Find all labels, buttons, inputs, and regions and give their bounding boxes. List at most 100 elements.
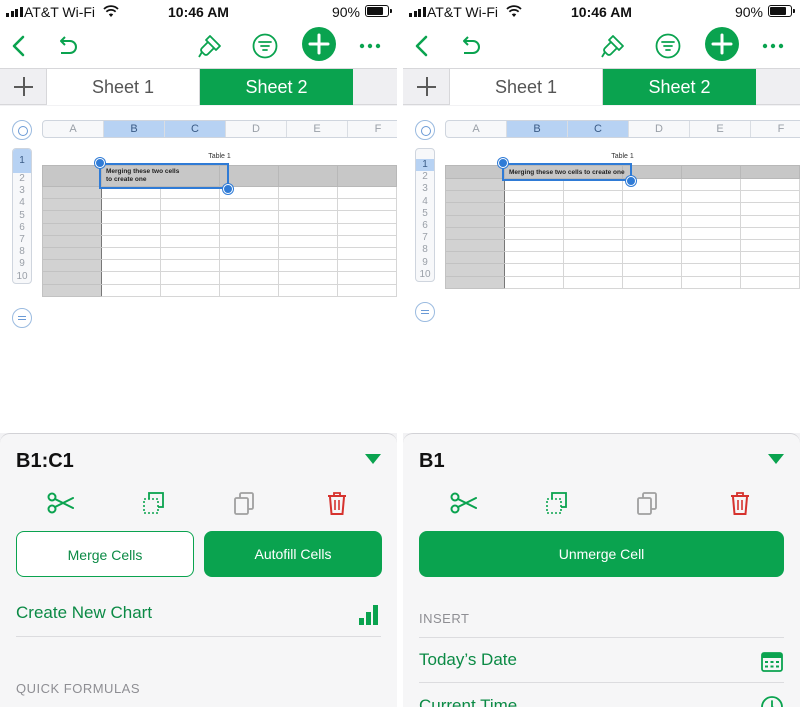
- format-brush-icon[interactable]: [599, 32, 627, 60]
- row-header-9[interactable]: 9: [13, 258, 31, 270]
- current-time-row[interactable]: Current Time: [419, 684, 784, 707]
- clock-icon: [761, 696, 783, 707]
- row-header-3[interactable]: 3: [416, 183, 434, 195]
- row-header-4[interactable]: 4: [416, 196, 434, 208]
- more-icon[interactable]: [759, 32, 787, 60]
- left-screenshot: AT&T Wi-Fi 10:46 AM 90% Sheet 1 Sheet 2 …: [0, 0, 397, 707]
- row-header-10[interactable]: 10: [416, 269, 434, 281]
- cut-scissors-icon[interactable]: [46, 489, 74, 517]
- column-header-b[interactable]: B: [507, 121, 568, 137]
- add-row-button[interactable]: [415, 302, 435, 322]
- selection-handle-end[interactable]: [223, 184, 233, 194]
- table-grid[interactable]: [445, 165, 800, 289]
- sort-filter-icon[interactable]: [654, 32, 682, 60]
- row-header-bar: 1 2 3 4 5 6 7 8 9 10: [12, 148, 32, 284]
- merge-cells-button[interactable]: Merge Cells: [16, 531, 194, 577]
- column-header-c[interactable]: C: [165, 121, 226, 137]
- collapse-arrow-icon[interactable]: [768, 454, 784, 464]
- row-header-8[interactable]: 8: [416, 244, 434, 256]
- status-bar: AT&T Wi-Fi 10:46 AM 90%: [403, 0, 800, 24]
- delete-trash-icon[interactable]: [323, 489, 351, 517]
- add-object-icon[interactable]: [705, 27, 739, 61]
- column-header-e[interactable]: E: [287, 121, 348, 137]
- add-sheet-button[interactable]: [0, 69, 47, 105]
- column-header-f[interactable]: F: [348, 121, 397, 137]
- selection-handle-end[interactable]: [626, 176, 636, 186]
- row-header-spacer: [416, 149, 434, 159]
- sheet-tabs: Sheet 1 Sheet 2: [403, 68, 800, 105]
- row-header-bar: 1 2 3 4 5 6 7 8 9 10: [415, 148, 435, 282]
- row-header-9[interactable]: 9: [416, 257, 434, 269]
- battery-percent: 90%: [734, 4, 763, 20]
- column-header-c[interactable]: C: [568, 121, 629, 137]
- add-object-icon[interactable]: [302, 27, 336, 61]
- row-header-5[interactable]: 5: [13, 210, 31, 222]
- tab-sheet-2[interactable]: Sheet 2: [200, 69, 353, 105]
- back-chevron-icon[interactable]: [409, 32, 437, 60]
- toolbar: [403, 24, 800, 68]
- selection-handle-start[interactable]: [95, 158, 105, 168]
- create-chart-row[interactable]: Create New Chart: [16, 591, 381, 637]
- row-header-7[interactable]: 7: [416, 232, 434, 244]
- row-header-4[interactable]: 4: [13, 197, 31, 209]
- tab-sheet-1[interactable]: Sheet 1: [47, 69, 200, 105]
- copy-icon[interactable]: [543, 489, 571, 517]
- battery-icon: [768, 5, 795, 17]
- delete-trash-icon[interactable]: [726, 489, 754, 517]
- row-header-5[interactable]: 5: [416, 208, 434, 220]
- column-header-d[interactable]: D: [629, 121, 690, 137]
- todays-date-row[interactable]: Today’s Date: [419, 637, 784, 683]
- spreadsheet-canvas[interactable]: A B C D E F 1 2 3 4 5 6 7 8 9 10 Table 1: [403, 106, 800, 433]
- sort-filter-icon[interactable]: [251, 32, 279, 60]
- bar-chart-icon: [359, 605, 378, 625]
- quick-formulas-header: QUICK FORMULAS: [16, 681, 141, 696]
- select-table-button[interactable]: [415, 120, 435, 140]
- status-bar: AT&T Wi-Fi 10:46 AM 90%: [0, 0, 397, 24]
- row-header-6[interactable]: 6: [13, 222, 31, 234]
- row-header-7[interactable]: 7: [13, 234, 31, 246]
- collapse-arrow-icon[interactable]: [365, 454, 381, 464]
- column-header-a[interactable]: A: [446, 121, 507, 137]
- row-header-3[interactable]: 3: [13, 185, 31, 197]
- row-header-2[interactable]: 2: [13, 173, 31, 185]
- undo-icon[interactable]: [456, 32, 484, 60]
- battery-icon: [365, 5, 392, 17]
- row-header-8[interactable]: 8: [13, 246, 31, 258]
- more-icon[interactable]: [356, 32, 384, 60]
- column-header-d[interactable]: D: [226, 121, 287, 137]
- spreadsheet-canvas[interactable]: A B C D E F 1 2 3 4 5 6 7 8 9 10 Table 1: [0, 106, 397, 433]
- column-header-f[interactable]: F: [751, 121, 800, 137]
- tab-sheet-1[interactable]: Sheet 1: [450, 69, 603, 105]
- row-header-1[interactable]: 1: [416, 159, 434, 172]
- battery-percent: 90%: [331, 4, 360, 20]
- sheet-tabs: Sheet 1 Sheet 2: [0, 68, 397, 105]
- undo-icon[interactable]: [53, 32, 81, 60]
- right-screenshot: AT&T Wi-Fi 10:46 AM 90% Sheet 1 Sheet 2 …: [403, 0, 800, 707]
- back-chevron-icon[interactable]: [6, 32, 34, 60]
- cell-b1-text: Merging these two cells to create one: [106, 168, 180, 184]
- selection-handle-start[interactable]: [498, 158, 508, 168]
- column-header-e[interactable]: E: [690, 121, 751, 137]
- row-header-1[interactable]: 1: [13, 149, 31, 173]
- column-header-b[interactable]: B: [104, 121, 165, 137]
- add-row-button[interactable]: [12, 308, 32, 328]
- panel-title: B1: [419, 450, 445, 472]
- tab-sheet-2[interactable]: Sheet 2: [603, 69, 756, 105]
- column-header-a[interactable]: A: [43, 121, 104, 137]
- paste-icon[interactable]: [230, 489, 258, 517]
- format-brush-icon[interactable]: [196, 32, 224, 60]
- autofill-cells-button[interactable]: Autofill Cells: [204, 531, 382, 577]
- panel-title: B1:C1: [16, 450, 74, 472]
- row-header-6[interactable]: 6: [416, 220, 434, 232]
- column-header-bar: A B C D E F: [42, 120, 397, 138]
- row-header-2[interactable]: 2: [416, 171, 434, 183]
- cell-actions-panel: B1 Unmerge Cell INSERT Today’s Date Curr…: [403, 433, 800, 707]
- copy-icon[interactable]: [140, 489, 168, 517]
- row-header-10[interactable]: 10: [13, 271, 31, 283]
- cut-scissors-icon[interactable]: [449, 489, 477, 517]
- paste-icon[interactable]: [633, 489, 661, 517]
- select-table-button[interactable]: [12, 120, 32, 140]
- unmerge-cell-button[interactable]: Unmerge Cell: [419, 531, 784, 577]
- add-sheet-button[interactable]: [403, 69, 450, 105]
- todays-date-label: Today’s Date: [419, 650, 517, 669]
